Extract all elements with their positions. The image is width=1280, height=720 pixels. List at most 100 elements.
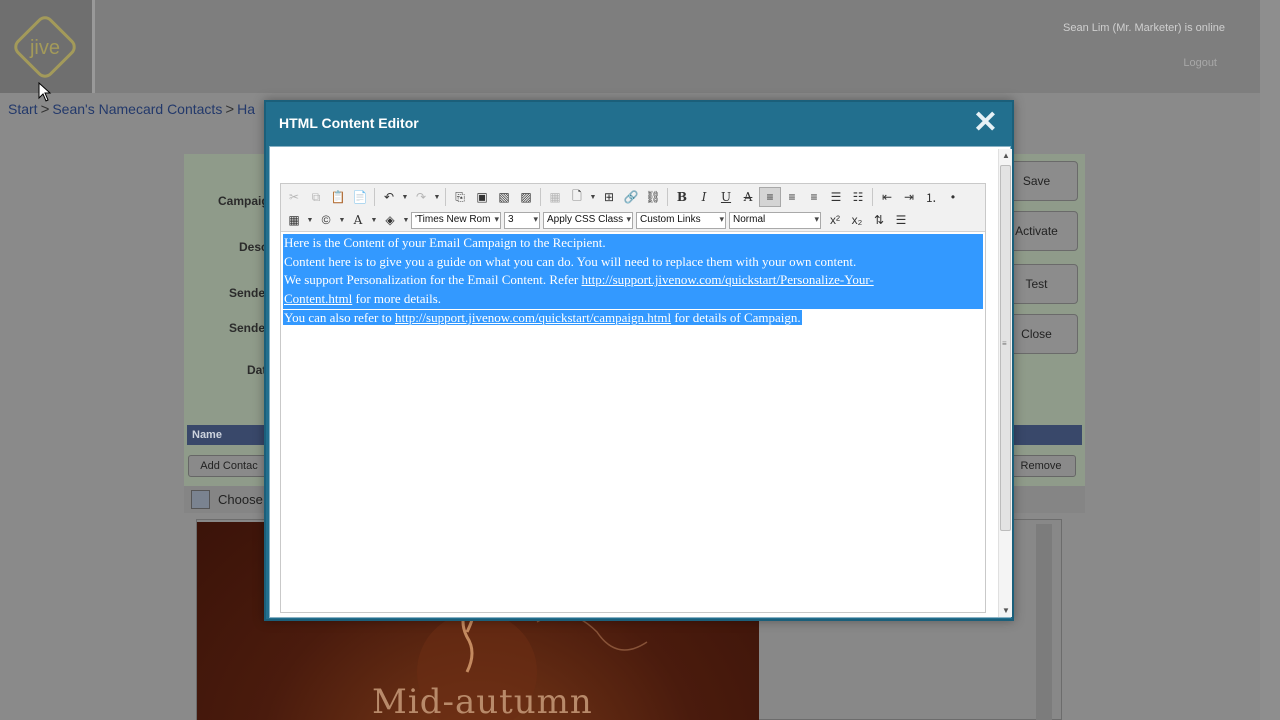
toolbar-row-1: ✂ ⧉ 📋 📄 ↶ ▼ ↷ ▼ ⎘ ▣ ▧ ▨ ▦ 🗋 ▼ ⊞ 🔗 ⛓ B I …	[283, 186, 964, 208]
justify-icon[interactable]: ☰	[825, 187, 847, 207]
content-line-last: You can also refer to http://support.jiv…	[283, 309, 802, 325]
undo-dropdown-icon[interactable]: ▼	[400, 187, 410, 207]
mouse-cursor-icon	[38, 82, 52, 102]
bold-icon[interactable]: B	[671, 187, 693, 207]
toolbar-row-2: ▦ ▼ © ▼ A ▼ ◈ ▼ 'Times New Rom 3 Apply C…	[283, 209, 912, 231]
campaign-link[interactable]: http://support.jivenow.com/quickstart/ca…	[395, 310, 671, 325]
custom-links-select[interactable]: Custom Links	[636, 211, 726, 229]
background-color-dropdown-icon[interactable]: ▼	[401, 210, 411, 230]
symbol-dropdown-icon[interactable]: ▼	[337, 210, 347, 230]
align-right-icon[interactable]: ≡	[803, 187, 825, 207]
dialog-scrollbar[interactable]: ▲ ≡ ▼	[998, 149, 1012, 617]
underline-icon[interactable]: U	[715, 187, 737, 207]
content-line: We support Personalization for the Email…	[284, 271, 982, 290]
cut-icon[interactable]: ✂	[283, 187, 305, 207]
template-icon[interactable]: ⊞	[598, 187, 620, 207]
breadcrumb-start[interactable]: Start	[8, 101, 38, 117]
superscript-icon[interactable]: x²	[824, 210, 846, 230]
table-icon[interactable]: ▦	[283, 210, 305, 230]
remove-button[interactable]: Remove	[1006, 455, 1076, 477]
hyperlink-icon[interactable]: 🔗	[620, 187, 642, 207]
image-manager-icon[interactable]: ▣	[471, 187, 493, 207]
scroll-down-icon[interactable]: ▼	[1002, 606, 1010, 615]
redo-icon[interactable]: ↷	[410, 187, 432, 207]
personalize-link[interactable]: http://support.jivenow.com/quickstart/Pe…	[582, 272, 874, 287]
scroll-grip-icon: ≡	[1002, 339, 1007, 348]
dialog-body: ✂ ⧉ 📋 📄 ↶ ▼ ↷ ▼ ⎘ ▣ ▧ ▨ ▦ 🗋 ▼ ⊞ 🔗 ⛓ B I …	[269, 146, 1012, 618]
subscript-icon[interactable]: x₂	[846, 210, 868, 230]
logo-text: jive	[29, 37, 60, 59]
editor-content-area[interactable]: Here is the Content of your Email Campai…	[283, 234, 983, 328]
line-spacing-icon[interactable]: ⇅	[868, 210, 890, 230]
strikethrough-icon[interactable]: A	[737, 187, 759, 207]
undo-icon[interactable]: ↶	[378, 187, 400, 207]
redo-dropdown-icon[interactable]: ▼	[432, 187, 442, 207]
template-grid-icon	[191, 490, 210, 509]
breadcrumb-current[interactable]: Ha	[237, 101, 255, 117]
toolbar-divider	[540, 188, 541, 206]
insert-image-icon[interactable]: ▧	[493, 187, 515, 207]
bullet-list-icon[interactable]: •	[942, 187, 964, 207]
content-line: Content here is to give you a guide on w…	[284, 253, 857, 269]
content-text: for details of Campaign.	[671, 309, 801, 325]
unlink-icon[interactable]: ⛓	[642, 187, 664, 207]
logo-area[interactable]: jive	[0, 0, 95, 93]
symbol-icon[interactable]: ©	[315, 210, 337, 230]
paste-icon[interactable]: 📋	[327, 187, 349, 207]
page-gutter	[1260, 0, 1280, 720]
toolbar-divider	[374, 188, 375, 206]
preview-scrollbar[interactable]	[1036, 524, 1052, 720]
indent-icon[interactable]: ⇥	[898, 187, 920, 207]
online-status: Sean Lim (Mr. Marketer) is online	[1063, 22, 1225, 34]
toolbar-divider	[667, 188, 668, 206]
align-center-icon[interactable]: ≡	[781, 187, 803, 207]
document-icon[interactable]: 🗋	[566, 187, 588, 207]
sender-name-label: Sende	[229, 286, 266, 300]
chevron-right-icon: >	[40, 101, 50, 118]
italic-icon[interactable]: I	[693, 187, 715, 207]
toolbar-divider	[445, 188, 446, 206]
personalize-link-cont[interactable]: Content.html	[284, 291, 352, 306]
editor-toolbar: ✂ ⧉ 📋 📄 ↶ ▼ ↷ ▼ ⎘ ▣ ▧ ▨ ▦ 🗋 ▼ ⊞ 🔗 ⛓ B I …	[281, 184, 985, 232]
content-line: Content.html for more details.	[284, 290, 982, 309]
sender-email-label: Sende	[229, 321, 266, 335]
paragraph-format-icon[interactable]: ☰	[890, 210, 912, 230]
paragraph-style-select[interactable]: Normal	[729, 211, 821, 229]
html-content-editor-dialog: HTML Content Editor ✕ ✂ ⧉ 📋 📄 ↶ ▼ ↷ ▼ ⎘ …	[264, 100, 1014, 621]
breadcrumb-contacts[interactable]: Sean's Namecard Contacts	[52, 101, 222, 117]
font-name-select[interactable]: 'Times New Rom	[411, 211, 501, 229]
font-color-dropdown-icon[interactable]: ▼	[369, 210, 379, 230]
add-contact-button[interactable]: Add Contac	[188, 455, 270, 477]
content-text: for more details.	[352, 291, 442, 307]
image-map-icon[interactable]: ▨	[515, 187, 537, 207]
preview-title: Mid-autumn	[372, 682, 593, 720]
align-left-icon[interactable]: ≡	[759, 187, 781, 207]
breadcrumb: Start > Sean's Namecard Contacts > Ha	[8, 101, 255, 118]
content-block-selected: Here is the Content of your Email Campai…	[283, 234, 983, 309]
scroll-up-icon[interactable]: ▲	[1002, 151, 1010, 160]
rich-text-editor: ✂ ⧉ 📋 📄 ↶ ▼ ↷ ▼ ⎘ ▣ ▧ ▨ ▦ 🗋 ▼ ⊞ 🔗 ⛓ B I …	[280, 183, 986, 613]
content-text: You can also refer to	[284, 309, 395, 325]
copy-icon[interactable]: ⧉	[305, 187, 327, 207]
choose-label: Choose	[218, 492, 263, 507]
paste-text-icon[interactable]: 📄	[349, 187, 371, 207]
logout-link[interactable]: Logout	[1183, 57, 1217, 69]
outdent-icon[interactable]: ⇤	[876, 187, 898, 207]
font-size-select[interactable]: 3	[504, 211, 540, 229]
table-props-icon[interactable]: ▦	[544, 187, 566, 207]
scrollbar-thumb[interactable]	[1000, 165, 1011, 531]
content-text: We support Personalization for the Email…	[284, 272, 582, 288]
close-icon[interactable]: ✕	[973, 108, 998, 138]
content-line: Here is the Content of your Email Campai…	[284, 235, 606, 250]
numbered-list-icon[interactable]: ⒈	[920, 187, 942, 207]
document-dropdown-icon[interactable]: ▼	[588, 187, 598, 207]
dialog-title: HTML Content Editor	[279, 115, 419, 131]
justify-none-icon[interactable]: ☷	[847, 187, 869, 207]
background-color-icon[interactable]: ◈	[379, 210, 401, 230]
find-replace-icon[interactable]: ⎘	[449, 187, 471, 207]
top-bar: jive Sean Lim (Mr. Marketer) is online L…	[0, 0, 1260, 93]
name-column-header[interactable]: Name	[192, 429, 222, 441]
table-dropdown-icon[interactable]: ▼	[305, 210, 315, 230]
font-color-icon[interactable]: A	[347, 210, 369, 230]
css-class-select[interactable]: Apply CSS Class	[543, 211, 633, 229]
